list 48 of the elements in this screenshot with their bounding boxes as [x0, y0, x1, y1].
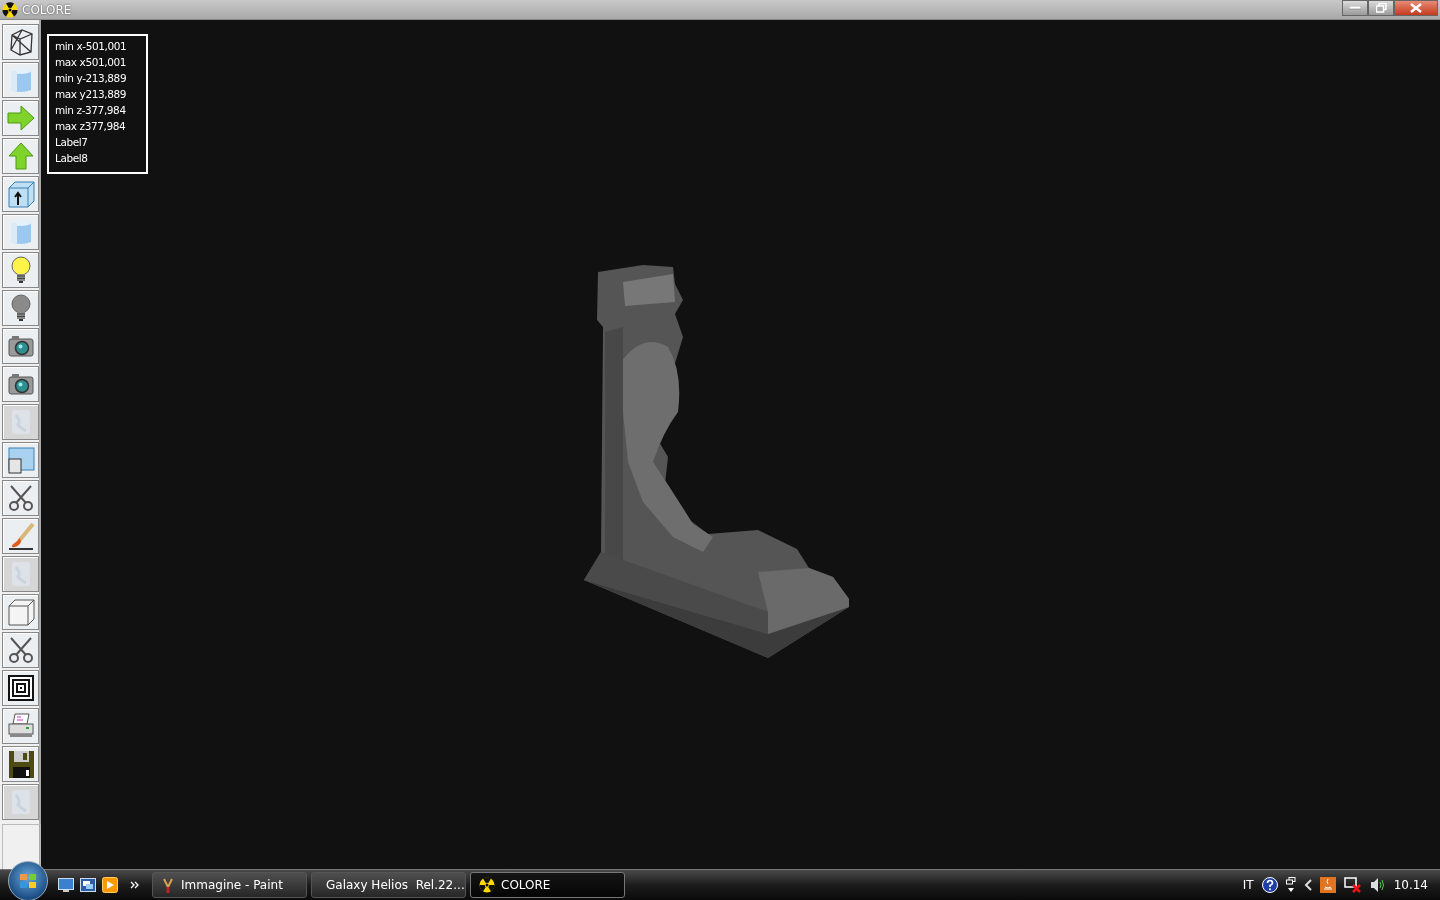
desktop-icon[interactable] [58, 878, 74, 892]
taskbar-button[interactable]: Immagine - Paint [152, 872, 307, 898]
box-arrow-icon [5, 179, 36, 209]
info-label: max z377,984 [55, 119, 127, 134]
chevron-icon[interactable] [130, 880, 140, 890]
clock[interactable]: 10.14 [1393, 878, 1428, 892]
concentric-squares-icon [5, 673, 36, 703]
info-label: min z-377,984 [55, 103, 127, 118]
window-title: COLORE [22, 2, 73, 17]
minimize-button[interactable] [1342, 0, 1368, 16]
tool-button[interactable] [2, 518, 39, 554]
tool-button[interactable] [2, 328, 39, 364]
minimize-icon [1349, 6, 1361, 10]
tool-button[interactable] [2, 24, 39, 60]
info-label: Label8 [55, 151, 89, 166]
start-button[interactable] [8, 861, 48, 900]
tool-button[interactable] [2, 176, 39, 212]
help-icon[interactable] [1261, 877, 1278, 893]
restore-button[interactable] [1368, 0, 1394, 16]
switch-windows-icon[interactable] [80, 878, 96, 892]
taskbar-button[interactable]: Galaxy Helios Rel.22... [311, 872, 466, 898]
tool-button[interactable] [2, 480, 39, 516]
up-arrow-icon [5, 141, 36, 171]
close-button[interactable] [1394, 0, 1438, 16]
tool-button[interactable] [2, 632, 39, 668]
info-label: min y-213,889 [55, 71, 128, 86]
taskbar-button[interactable]: COLORE [470, 872, 625, 898]
windows-icon [5, 445, 36, 475]
tool-button[interactable] [2, 670, 39, 706]
cube-icon [5, 597, 36, 627]
right-arrow-icon [5, 103, 36, 133]
network-error-icon[interactable] [1343, 877, 1362, 893]
media-player-icon[interactable] [102, 877, 118, 893]
radiation-icon [2, 1, 18, 18]
info-label: max y213,889 [55, 87, 128, 102]
tool-button[interactable] [2, 366, 39, 402]
info-label: Label7 [55, 135, 89, 150]
network-icon[interactable] [1285, 877, 1296, 893]
windows-logo-icon [18, 871, 38, 891]
tool-button[interactable] [2, 746, 39, 782]
language-indicator[interactable]: IT [1242, 878, 1254, 892]
chevron-left-icon[interactable] [1303, 879, 1312, 891]
info-label: min x-501,001 [55, 39, 128, 54]
volume-icon[interactable] [1369, 877, 1386, 893]
info-label: max x501,001 [55, 55, 128, 70]
restore-icon [1375, 3, 1387, 13]
radiation-icon [479, 877, 495, 893]
close-icon [1410, 3, 1422, 13]
